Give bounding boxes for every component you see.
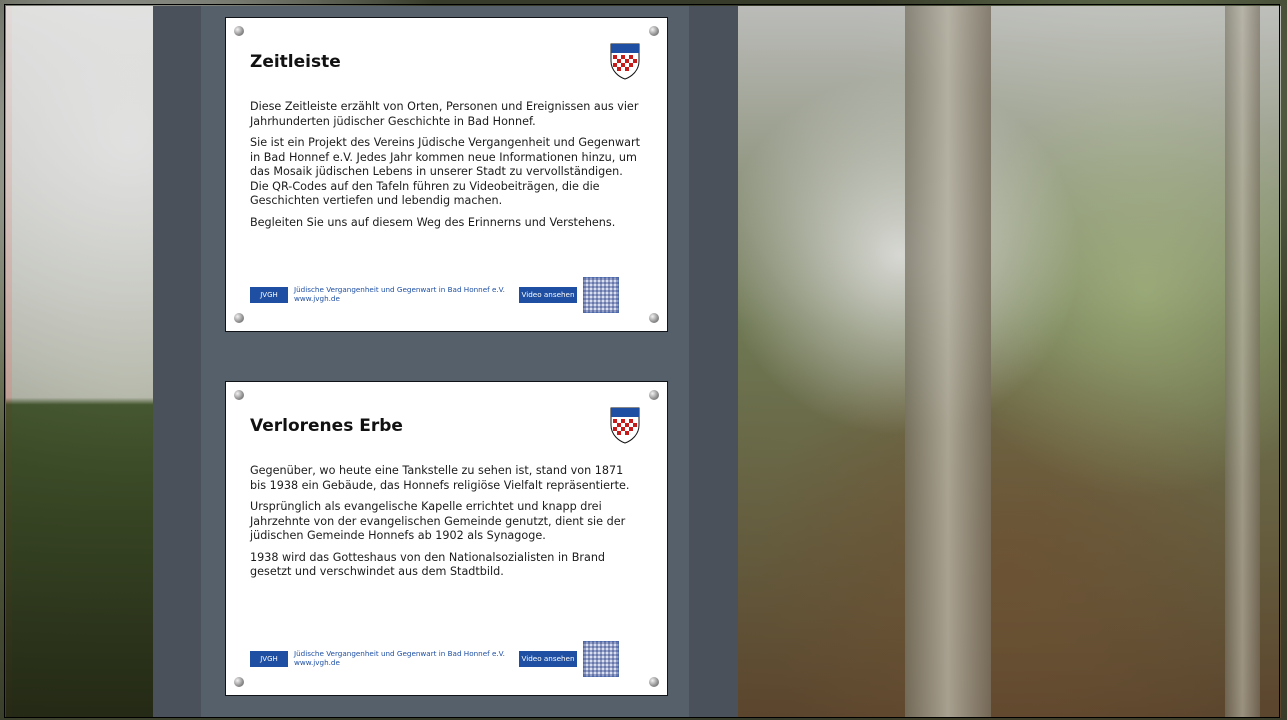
image-border xyxy=(4,4,1280,718)
photo-frame: Zeitleiste Diese Zeitleiste erzählt von … xyxy=(0,0,1287,720)
